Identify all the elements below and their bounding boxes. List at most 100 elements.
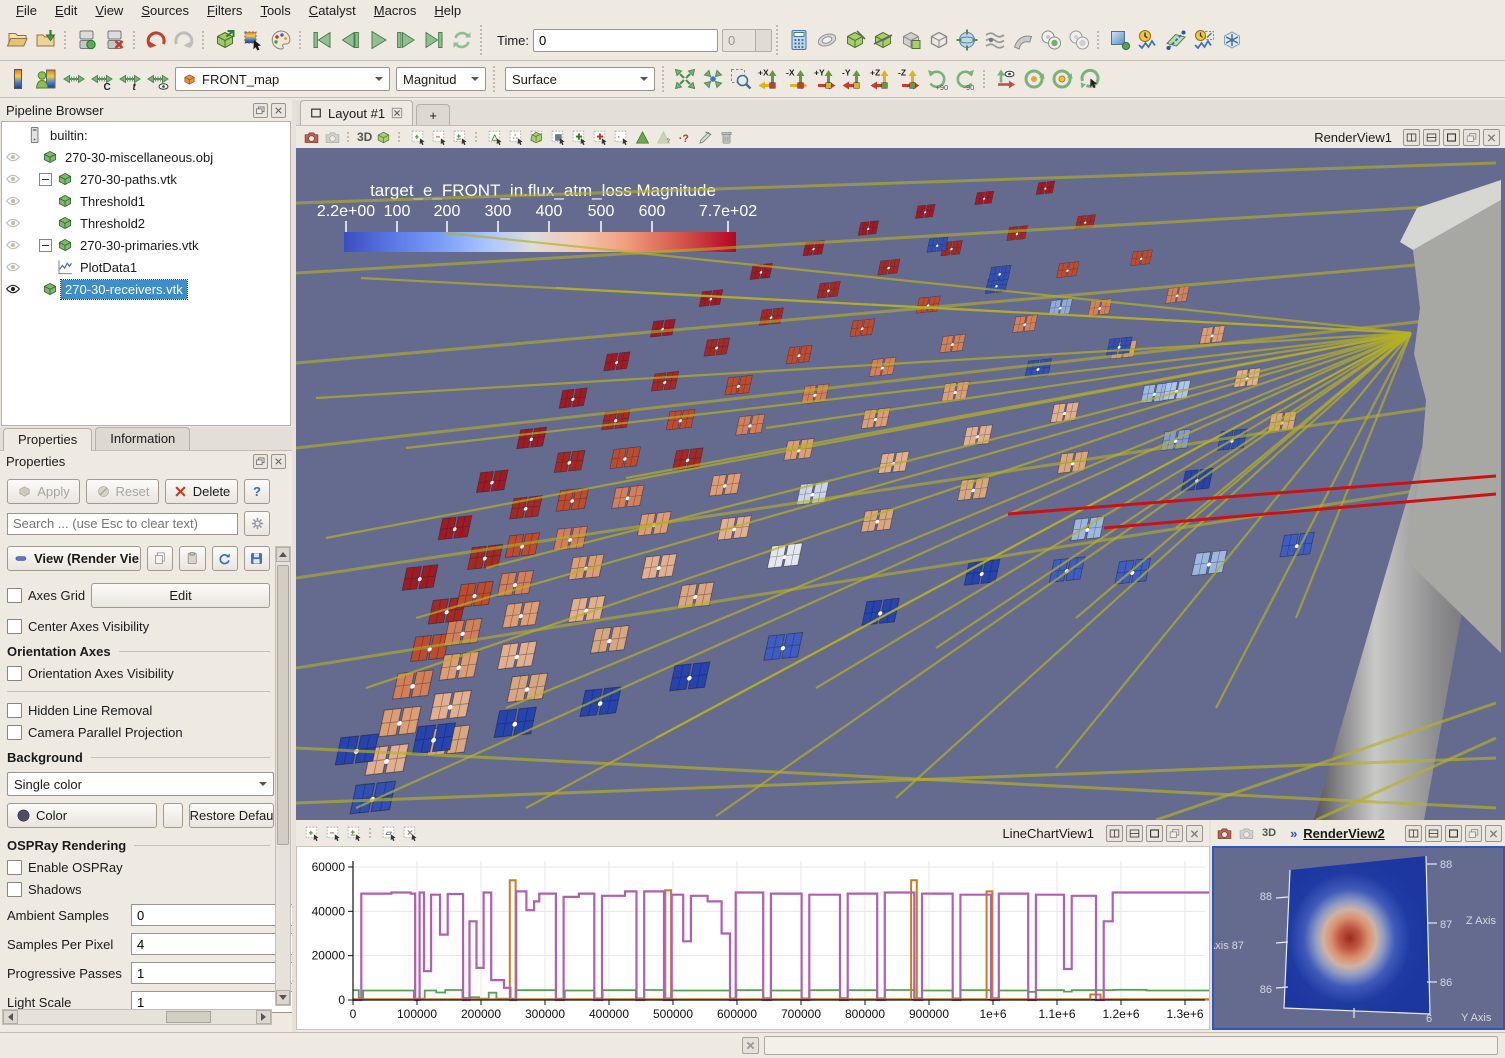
view-plus-y-icon[interactable]: +Y [811,65,839,93]
undo-icon[interactable] [142,26,170,54]
sel-int-cells-icon[interactable]: ✚ [569,127,589,147]
center-axes-visibility-checkbox[interactable] [7,619,22,634]
plot-over-line-icon[interactable] [1162,26,1190,54]
line-chart-canvas[interactable]: 0200004000060000010000020000030000040000… [297,847,1209,1029]
close-view-button[interactable] [1483,129,1500,146]
maximize-view-button[interactable] [1443,129,1460,146]
visibility-eye-icon[interactable] [2,281,24,297]
visibility-eye-icon[interactable] [2,215,24,231]
tri-faded-icon[interactable]: ? [653,127,673,147]
view-minus-y-icon[interactable]: -Y [839,65,867,93]
renderview2-title[interactable]: RenderView2 [1299,826,1388,841]
threshold-icon[interactable] [897,26,925,54]
layout-tab[interactable]: Layout #1 [300,100,413,125]
select-colors-icon[interactable] [239,26,267,54]
pipeline-item-270-30-primaries-vtk[interactable]: 270-30-primaries.vtk [2,234,290,256]
rotate-roll-icon[interactable] [1076,65,1104,93]
glyph-custom-source-icon[interactable] [1218,26,1246,54]
new-layout-tab[interactable]: + [416,104,450,125]
split-horizontal-view-button[interactable] [1106,825,1123,842]
delete-button[interactable]: Delete [165,479,238,504]
orientation-axes-visibility-checkbox[interactable] [7,666,22,681]
plot-selection-over-time-icon[interactable] [1190,26,1218,54]
renderview1-title[interactable]: RenderView1 [1304,130,1402,145]
disconnect-icon[interactable] [101,26,129,54]
enable-ospray-checkbox[interactable] [7,860,22,875]
split-vertical-view-button[interactable] [1423,129,1440,146]
view-plus-z-icon[interactable]: +Z [867,65,895,93]
time-input[interactable] [533,29,718,52]
visibility-eye-icon[interactable] [2,171,24,187]
split-horizontal-view-button[interactable] [1405,825,1422,842]
scroll-left-arrow[interactable] [3,1010,18,1024]
tab-information[interactable]: Information [95,427,190,450]
slice-icon[interactable] [869,26,897,54]
stream-tracer-icon[interactable] [981,26,1009,54]
pipeline-item-threshold1[interactable]: Threshold1 [2,190,290,212]
float-view-button[interactable] [1465,825,1482,842]
link-camera-icon[interactable] [1236,823,1256,843]
contour-icon[interactable] [813,26,841,54]
array-combo[interactable]: Magnitud [396,67,486,91]
scroll-down-arrow[interactable] [276,990,290,1005]
sel-minus-icon[interactable]: − [323,823,343,843]
sel-pm-icon[interactable]: ± [344,823,364,843]
vcr-loop-icon[interactable] [448,26,476,54]
background-mode-combo[interactable]: Single color [7,772,274,796]
link-camera-icon[interactable] [322,127,342,147]
linechart-title[interactable]: LineChartView1 [992,826,1104,841]
reset-button[interactable]: Reset [86,479,159,504]
rotate-orbit-icon[interactable] [1020,65,1048,93]
scroll-right-arrow[interactable] [256,1010,271,1024]
reset-camera-icon[interactable] [671,65,699,93]
view-plus-x-icon[interactable]: +X [755,65,783,93]
maximize-view-button[interactable] [1445,825,1462,842]
rescale-visible-icon[interactable] [144,65,172,93]
time-index-spinbox[interactable]: 0 [722,29,772,52]
maximize-view-button[interactable] [1146,825,1163,842]
sel-block-icon[interactable] [527,127,547,147]
axes-grid-edit-button[interactable]: Edit [91,583,270,608]
sel-dots-icon[interactable]: ∴ [506,127,526,147]
zoom-to-data-icon[interactable] [699,65,727,93]
save-state-icon[interactable] [32,26,60,54]
rotate-pan-icon[interactable] [1048,65,1076,93]
float-panel-button[interactable] [253,103,268,118]
render-view-2[interactable]: 88Z Axis 87868887Z Axis86Y Axis6 [1212,846,1505,1030]
pipeline-item-plotdata1[interactable]: PlotData1 [2,256,290,278]
rotate-90-ccw-icon[interactable]: -90 [951,65,979,93]
sel-plus-icon[interactable]: + [408,127,428,147]
float-panel-button[interactable] [253,454,268,469]
colormap-combo[interactable]: FRONT_map [175,67,390,91]
background-color-button[interactable]: Color [7,803,157,828]
extract-subset-icon[interactable] [925,26,953,54]
sel-hover-icon[interactable]: · [611,127,631,147]
rescale-temporal-icon[interactable]: t [116,65,144,93]
ambient-samples-input[interactable] [131,904,292,926]
pipeline-item-threshold2[interactable]: Threshold2 [2,212,290,234]
rescale-custom-icon[interactable]: C [88,65,116,93]
shadows-checkbox[interactable] [7,882,22,897]
menu-view[interactable]: View [87,2,131,19]
background-color-dropdown[interactable] [163,803,183,828]
open-icon[interactable] [4,26,32,54]
warp-icon[interactable] [1009,26,1037,54]
visibility-eye-icon[interactable] [2,149,24,165]
trash-icon[interactable] [716,127,736,147]
tree-expander[interactable] [39,239,52,252]
3d-mode-toggle[interactable]: 3D [1258,827,1280,839]
menu-edit[interactable]: Edit [47,2,85,19]
show-center-axes-icon[interactable] [373,127,393,147]
menu-filters[interactable]: Filters [199,2,250,19]
abort-progress-button[interactable] [742,1037,759,1054]
scrollbar-thumb[interactable] [277,565,289,845]
float-view-button[interactable] [1463,129,1480,146]
menu-file[interactable]: File [8,2,45,19]
render-view-2-canvas[interactable]: 88Z Axis 87868887Z Axis86Y Axis6 [1214,848,1503,1028]
group-datasets-icon[interactable] [1037,26,1065,54]
tab-properties[interactable]: Properties [3,428,92,451]
close-panel-button[interactable] [271,103,286,118]
tri-icon[interactable] [632,127,652,147]
visibility-eye-icon[interactable] [2,259,24,275]
menu-macros[interactable]: Macros [366,2,425,19]
